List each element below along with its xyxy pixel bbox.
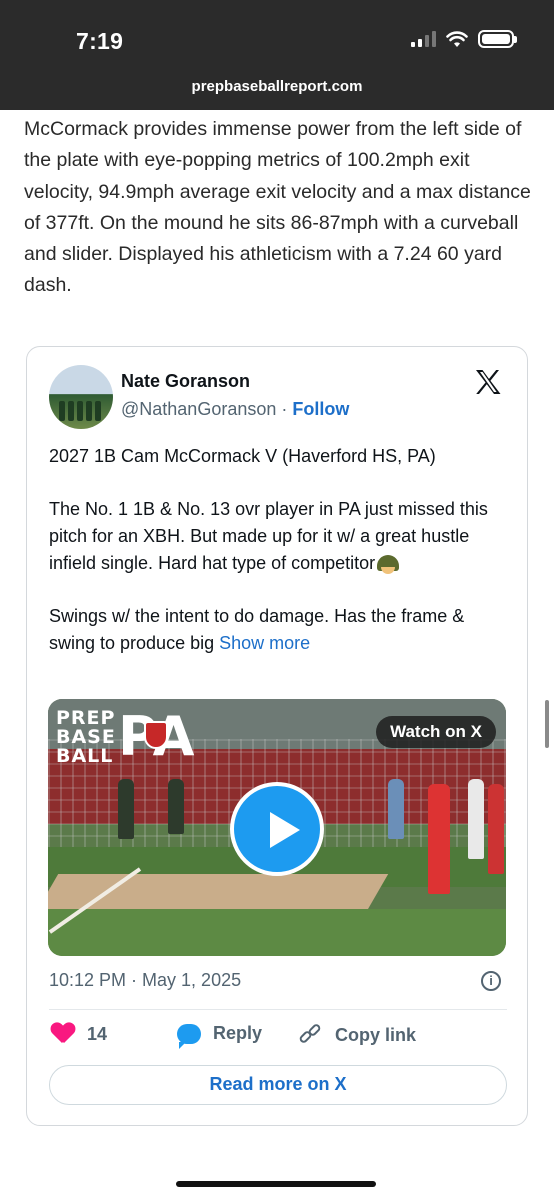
separator-dot: ·: [276, 399, 293, 419]
tweet-paragraph-2: The No. 1 1B & No. 13 ovr player in PA j…: [49, 496, 513, 576]
play-icon[interactable]: [230, 782, 324, 876]
heart-icon: [51, 1023, 75, 1045]
author-name[interactable]: Nate Goranson: [121, 371, 250, 392]
reply-button[interactable]: Reply: [177, 1023, 263, 1049]
copy-link-button[interactable]: Copy link: [298, 1022, 417, 1047]
like-button[interactable]: 14: [51, 1023, 107, 1045]
handle-row: @NathanGoranson · Follow: [121, 399, 349, 420]
tweet-line-1: 2027 1B Cam McCormack V (Haverford HS, P…: [49, 446, 436, 466]
embedded-tweet-card: Nate Goranson @NathanGoranson · Follow 2…: [26, 346, 528, 1126]
reply-label: Reply: [213, 1023, 263, 1043]
read-more-on-x-button[interactable]: Read more on X: [49, 1065, 507, 1105]
watch-on-x-button[interactable]: Watch on X: [376, 716, 496, 748]
url-bar[interactable]: prepbaseballreport.com: [0, 78, 554, 95]
tweet-paragraph-3: Swings w/ the intent to do damage. Has t…: [49, 603, 513, 656]
tweet-text: 2027 1B Cam McCormack V (Haverford HS, P…: [49, 443, 513, 683]
divider: [49, 1009, 507, 1010]
shield-logo-icon: [144, 721, 168, 749]
reply-bubble-icon: [177, 1023, 201, 1049]
status-icons: [411, 30, 517, 48]
wifi-icon: [446, 30, 468, 47]
battery-icon: [478, 30, 517, 48]
signal-icon: [411, 31, 436, 47]
link-icon: [298, 1022, 323, 1047]
browser-top-bar: 7:19 prepbaseballreport.com: [0, 0, 554, 110]
avatar[interactable]: [49, 365, 113, 429]
article-paragraph: McCormack provides immense power from th…: [24, 118, 531, 297]
tweet-actions: 14 Reply Copy link: [49, 1022, 509, 1051]
author-handle[interactable]: @NathanGoranson: [121, 399, 276, 419]
follow-button[interactable]: Follow: [292, 399, 349, 419]
tweet-paragraph-2-text: The No. 1 1B & No. 13 ovr player in PA j…: [49, 499, 488, 573]
x-logo-icon[interactable]: [473, 367, 503, 397]
video-player[interactable]: PREP BASE BALL PA Watch on X: [48, 699, 506, 956]
like-count: 14: [87, 1023, 108, 1044]
show-more-link[interactable]: Show more: [219, 633, 310, 653]
helmet-emoji-icon: [377, 554, 400, 574]
scroll-indicator[interactable]: [545, 700, 549, 748]
home-indicator[interactable]: [176, 1181, 376, 1187]
video-brand-text: PREP BASE BALL: [56, 707, 116, 767]
status-time: 7:19: [76, 28, 124, 54]
copy-link-label: Copy link: [335, 1024, 417, 1045]
info-icon[interactable]: i: [481, 971, 501, 991]
tweet-timestamp[interactable]: 10:12 PM · May 1, 2025: [49, 970, 241, 991]
